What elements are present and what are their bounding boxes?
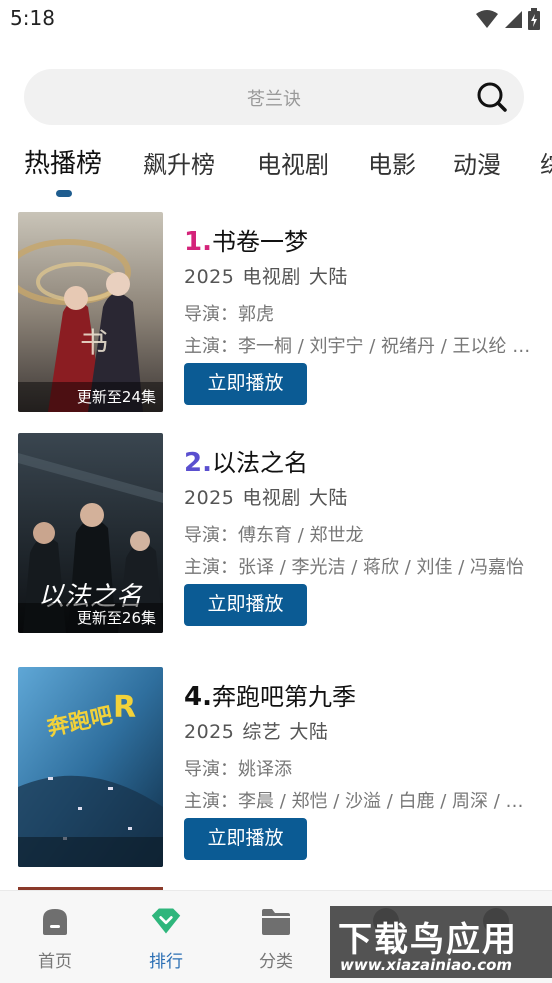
status-bar: 5:18: [0, 0, 552, 40]
item-meta: 2025 综艺 大陆: [184, 717, 336, 744]
title-text: 书卷一梦: [211, 228, 308, 256]
play-button[interactable]: 立即播放: [184, 818, 307, 860]
poster-image[interactable]: 书 更新至24集: [18, 212, 163, 412]
play-button[interactable]: 立即播放: [184, 363, 307, 405]
nav-ranking-label: 排行: [149, 952, 183, 972]
watermark-title: 下载鸟应用: [338, 920, 518, 960]
play-button[interactable]: 立即播放: [184, 584, 307, 626]
poster-image[interactable]: 以法之名 更新至26集: [18, 433, 163, 633]
nav-category[interactable]: 分类: [236, 905, 316, 972]
title-text: 以法之名: [211, 449, 308, 477]
item-type: 综艺: [242, 721, 282, 743]
list-item[interactable]: 奔跑吧 R 4.奔跑吧第九季 2025 综艺 大陆 导演：姚译添 主演：李晨 / 郑…: [0, 667, 552, 867]
episode-badge: 更新至26集: [18, 603, 163, 633]
tab-indicator: [56, 190, 72, 197]
wifi-icon: [476, 10, 498, 28]
tab-movie[interactable]: 电影: [368, 145, 416, 180]
item-cast: 主演：李晨 / 郑恺 / 沙溢 / 白鹿 / 周深 / 范丞丞: [184, 791, 534, 812]
item-director: 导演：郭虎: [184, 304, 274, 325]
item-cast: 主演：张译 / 李光洁 / 蒋欣 / 刘佳 / 冯嘉怡: [184, 557, 525, 578]
search-placeholder: 苍兰诀: [247, 89, 301, 110]
signal-icon: [505, 11, 522, 28]
rank-number: 2.: [184, 448, 212, 478]
rank-number: 1.: [184, 227, 212, 257]
diamond-icon: [151, 908, 181, 934]
item-region: 大陆: [308, 266, 348, 288]
item-meta: 2025 电视剧 大陆: [184, 483, 356, 510]
home-icon: [43, 909, 67, 935]
watermark-url: www.xiazainiao.com: [340, 956, 513, 974]
nav-ranking[interactable]: 排行: [126, 905, 206, 972]
svg-text:书: 书: [80, 326, 108, 359]
svg-text:R: R: [113, 690, 136, 725]
item-title: 4.奔跑吧第九季: [184, 677, 356, 712]
nav-category-label: 分类: [259, 952, 293, 972]
item-type: 电视剧: [242, 266, 301, 288]
item-region: 大陆: [289, 721, 329, 743]
watermark: 下载鸟应用 www.xiazainiao.com: [330, 906, 552, 978]
battery-icon: [528, 8, 540, 30]
folder-icon: [262, 909, 290, 935]
item-director: 导演：姚译添: [184, 759, 292, 780]
item-year: 2025: [184, 721, 235, 743]
tab-anime[interactable]: 动漫: [453, 145, 501, 180]
category-tabs: 热播榜 飙升榜 电视剧 电影 动漫 综: [0, 140, 552, 200]
item-year: 2025: [184, 266, 235, 288]
item-cast: 主演：李一桐 / 刘宇宁 / 祝绪丹 / 王以纶 / 范世錡: [184, 336, 534, 357]
item-title: 1.书卷一梦: [184, 222, 308, 257]
status-time: 5:18: [10, 6, 55, 30]
tab-hot[interactable]: 热播榜: [24, 143, 102, 180]
poster-image[interactable]: 奔跑吧 R: [18, 667, 163, 867]
tab-rising[interactable]: 飙升榜: [143, 145, 215, 180]
search-bar[interactable]: 苍兰诀: [24, 69, 524, 125]
item-meta: 2025 电视剧 大陆: [184, 262, 356, 289]
tab-tv[interactable]: 电视剧: [257, 145, 329, 180]
item-region: 大陆: [308, 487, 348, 509]
item-type: 电视剧: [242, 487, 301, 509]
list-item[interactable]: 书 更新至24集 1.书卷一梦 2025 电视剧 大陆 导演：郭虎 主演：李一桐 /…: [0, 212, 552, 412]
tab-variety[interactable]: 综: [540, 145, 552, 180]
title-text: 奔跑吧第九季: [211, 683, 356, 711]
episode-badge: 更新至24集: [18, 382, 163, 412]
nav-home[interactable]: 首页: [15, 905, 95, 972]
search-icon[interactable]: [476, 81, 508, 113]
item-year: 2025: [184, 487, 235, 509]
status-icons: [476, 8, 540, 30]
item-director: 导演：傅东育 / 郑世龙: [184, 525, 364, 546]
nav-home-label: 首页: [38, 952, 72, 972]
poster-art: 奔跑吧 R: [18, 667, 163, 867]
list-item[interactable]: 以法之名 更新至26集 2.以法之名 2025 电视剧 大陆 导演：傅东育 / 郑世…: [0, 433, 552, 633]
item-title: 2.以法之名: [184, 443, 308, 478]
rank-number: 4.: [184, 682, 212, 712]
